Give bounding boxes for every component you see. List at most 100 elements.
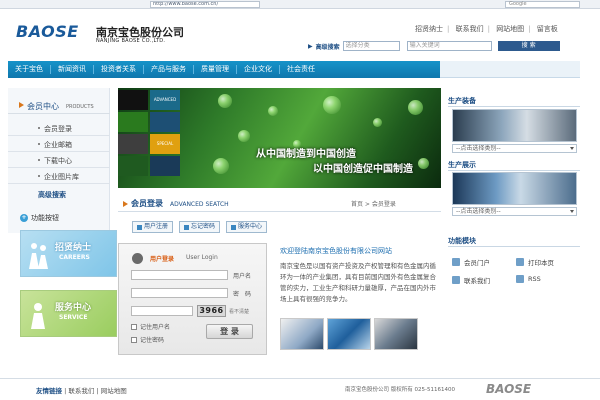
remember-password-checkbox[interactable]: 记住密码 xyxy=(131,335,164,344)
top-link-guestbook[interactable]: 留言板 xyxy=(537,25,558,33)
water-drop xyxy=(323,96,341,114)
tab-service-center[interactable]: 服务中心 xyxy=(226,221,268,233)
equipment-select[interactable]: --点击选择类别-- xyxy=(452,144,577,153)
select-value: --点击选择类别-- xyxy=(456,208,501,215)
banner-tile[interactable] xyxy=(150,112,180,132)
func-item-portal[interactable]: 会员门户 xyxy=(452,257,490,267)
func-item-contact[interactable]: 联系我们 xyxy=(452,275,490,285)
tab-label: 用户注册 xyxy=(144,223,169,230)
banner-tile[interactable]: SPECIAL xyxy=(150,134,180,154)
careers-card[interactable]: 招贤纳士 CAREERS xyxy=(20,230,117,277)
search-button[interactable]: 搜 索 xyxy=(497,41,560,51)
footer-link-friends[interactable]: 友情链接 xyxy=(36,387,62,395)
footer-logo: BAOSE xyxy=(486,382,532,396)
search-arrow-icon: ▶ xyxy=(308,42,313,50)
sidebar-item-login[interactable]: 会员登录 xyxy=(8,120,110,136)
keyword-input[interactable]: 输入关键词 xyxy=(406,41,492,51)
banner-tile[interactable] xyxy=(118,134,148,154)
banner-tile[interactable] xyxy=(118,112,148,132)
key-icon xyxy=(184,224,190,230)
login-button[interactable]: 登 录 xyxy=(206,324,253,339)
footer-links: 友情链接 | 联系我们 | 网站地图 xyxy=(36,385,127,395)
category-select[interactable]: 选择分类 xyxy=(342,41,400,51)
password-field[interactable] xyxy=(131,288,228,298)
water-drop xyxy=(268,106,278,116)
browser-search-box[interactable]: Google xyxy=(505,1,580,8)
banner-tile[interactable] xyxy=(118,156,148,176)
bullet-icon xyxy=(38,127,40,129)
select-value: --点击选择类别-- xyxy=(456,145,501,152)
breadcrumb[interactable]: 首页 > 会员登录 xyxy=(351,199,396,208)
sidebar-item-mail[interactable]: 企业邮箱 xyxy=(8,136,110,152)
tab-forgot-password[interactable]: 忘记密码 xyxy=(179,221,221,233)
sidebar-title-text: 会员中心 xyxy=(27,102,59,111)
tab-label: 服务中心 xyxy=(238,223,263,230)
captcha-refresh-link[interactable]: 看不清楚 xyxy=(229,308,249,315)
func-item-label: RSS xyxy=(528,275,541,283)
footer-link-sitemap[interactable]: 网站地图 xyxy=(101,387,127,395)
sidebar-advanced-search[interactable]: 高级搜索 xyxy=(38,190,66,200)
checkbox[interactable] xyxy=(131,323,137,330)
service-card[interactable]: 服务中心 SERVICE xyxy=(20,290,117,337)
register-icon xyxy=(137,224,142,230)
thumbnail-image[interactable] xyxy=(280,318,324,350)
nav-quality[interactable]: 质量管理 xyxy=(194,65,237,74)
banner-tile[interactable] xyxy=(150,156,180,176)
sidebar-item-label: 会员登录 xyxy=(44,125,72,133)
site-logo[interactable]: BAOSE 南京宝色股份公司 NANJING BAOSE CO.,LTD. xyxy=(16,22,184,44)
service-icon xyxy=(231,224,237,230)
func-button-heading: + 功能按钮 xyxy=(20,213,59,223)
bullet-icon xyxy=(38,175,40,177)
thumbnail-image[interactable] xyxy=(327,318,371,350)
captcha-input[interactable] xyxy=(131,306,193,316)
sidebar-title: 会员中心 PRODUCTS xyxy=(8,98,110,114)
tab-register[interactable]: 用户注册 xyxy=(132,221,174,233)
sidebar-item-gallery[interactable]: 企业图片库 xyxy=(8,168,110,184)
service-card-subtitle: SERVICE xyxy=(59,314,88,321)
sidebar-item-label: 企业图片库 xyxy=(44,173,79,181)
water-drop xyxy=(218,94,232,108)
careers-card-subtitle: CAREERS xyxy=(59,254,90,261)
captcha-image[interactable]: 3966 xyxy=(197,305,226,317)
nav-about[interactable]: 关于宝色 xyxy=(8,65,51,74)
username-label: 用户名 xyxy=(233,273,252,280)
login-box-title: 用户登录 xyxy=(150,256,175,263)
showcase-select[interactable]: --点击选择类别-- xyxy=(452,207,577,216)
nav-products[interactable]: 产品与服务 xyxy=(144,65,194,74)
checkbox[interactable] xyxy=(131,336,137,343)
photo-thumbnails xyxy=(280,318,418,350)
welcome-text: 南京宝色是以国有资产投资及产权管理和有色金属内循环为一体的产业集团，具有目前国内… xyxy=(280,262,436,303)
nav-culture[interactable]: 企业文化 xyxy=(237,65,280,74)
water-drop xyxy=(213,158,229,174)
bullet-icon xyxy=(38,143,40,145)
banner-tile[interactable] xyxy=(118,90,148,110)
welcome-title: 欢迎登陆南京宝色股份有限公司网站 xyxy=(280,247,392,255)
arrow-icon xyxy=(19,102,24,108)
equipment-image[interactable] xyxy=(452,109,577,142)
nav-investors[interactable]: 投资者关系 xyxy=(94,65,144,74)
portal-icon xyxy=(452,258,460,266)
tab-label: 忘记密码 xyxy=(191,223,216,230)
logo-company-en: NANJING BAOSE CO.,LTD. xyxy=(96,38,166,44)
nav-news[interactable]: 新闻资讯 xyxy=(51,65,94,74)
site-search: ▶ 高级搜索 选择分类 输入关键词 搜 索 xyxy=(308,41,560,51)
sidebar-item-downloads[interactable]: 下载中心 xyxy=(8,152,110,168)
top-link-sitemap[interactable]: 网站地图 xyxy=(496,25,524,33)
address-bar[interactable]: http://www.baose.com.cn/ xyxy=(150,1,260,8)
copyright: 南京宝色股份公司 版权所有 025-51161400 xyxy=(345,387,455,393)
func-item-rss[interactable]: RSS xyxy=(516,275,541,283)
remember-username-checkbox[interactable]: 记住用户名 xyxy=(131,322,170,331)
water-drop xyxy=(408,100,423,115)
username-field[interactable] xyxy=(131,270,228,280)
water-drop xyxy=(238,130,250,142)
print-icon xyxy=(516,258,524,266)
func-item-print[interactable]: 打印本页 xyxy=(516,257,554,267)
thumbnail-image[interactable] xyxy=(374,318,418,350)
top-link-contact[interactable]: 联系我们 xyxy=(456,25,484,33)
showcase-image[interactable] xyxy=(452,172,577,205)
top-link-careers[interactable]: 招贤纳士 xyxy=(415,25,443,33)
footer-link-contact[interactable]: 联系我们 xyxy=(68,387,94,395)
banner-tile[interactable]: ADVANCED xyxy=(150,90,180,110)
divider xyxy=(448,170,580,171)
nav-responsibility[interactable]: 社会责任 xyxy=(280,65,322,74)
